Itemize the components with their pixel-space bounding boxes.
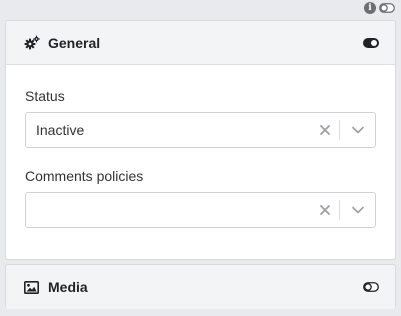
status-select-value: Inactive: [36, 122, 85, 138]
general-panel-header[interactable]: General: [6, 21, 395, 65]
chevron-down-icon[interactable]: [340, 206, 375, 214]
toggle-on-icon[interactable]: [363, 37, 379, 48]
general-panel-title: General: [48, 34, 101, 51]
status-label: Status: [25, 88, 65, 104]
general-panel-body: Status Inactive Comments policies: [6, 87, 395, 228]
chevron-down-icon[interactable]: [340, 126, 375, 134]
top-toolbar: i: [364, 0, 395, 16]
media-panel-header[interactable]: Media: [6, 265, 395, 309]
general-panel: General Status Inactive Comments policie…: [5, 20, 396, 260]
status-select[interactable]: Inactive: [25, 112, 376, 148]
toggle-off-icon[interactable]: [363, 282, 379, 292]
comments-policies-select[interactable]: [25, 192, 376, 228]
media-panel-title: Media: [48, 279, 88, 295]
toggle-off-icon[interactable]: [379, 3, 395, 13]
clear-icon[interactable]: [311, 125, 339, 135]
clear-icon[interactable]: [311, 205, 339, 215]
info-icon[interactable]: i: [364, 2, 376, 14]
image-icon: [24, 279, 40, 295]
gears-icon: [24, 35, 40, 51]
comments-policies-label: Comments policies: [25, 168, 144, 184]
media-panel: Media: [5, 264, 396, 309]
